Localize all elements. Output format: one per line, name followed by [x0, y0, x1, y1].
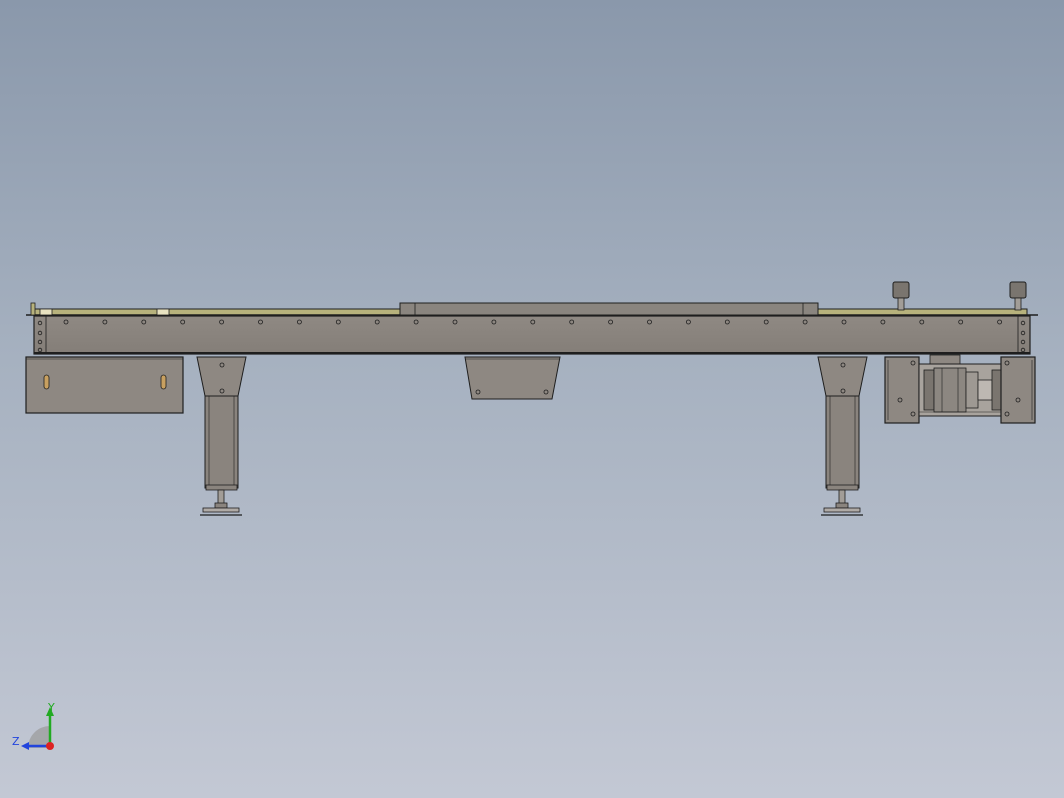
right-leg [817, 356, 868, 516]
orientation-triad[interactable]: Y Z [12, 701, 55, 750]
center-cover-plate [399, 302, 819, 316]
z-axis-label: Z [12, 735, 20, 748]
y-axis-label: Y [47, 701, 55, 714]
conveyor-side-view: Y Z [12, 281, 1038, 750]
left-leg [196, 356, 247, 516]
center-bracket [464, 356, 561, 400]
locating-pins [892, 281, 1027, 311]
cad-viewport[interactable]: Y Z [0, 0, 1064, 798]
x-axis-dot [46, 742, 54, 750]
z-axis-arrowhead [21, 742, 29, 750]
left-control-box [25, 356, 184, 414]
drive-unit [884, 354, 1036, 424]
